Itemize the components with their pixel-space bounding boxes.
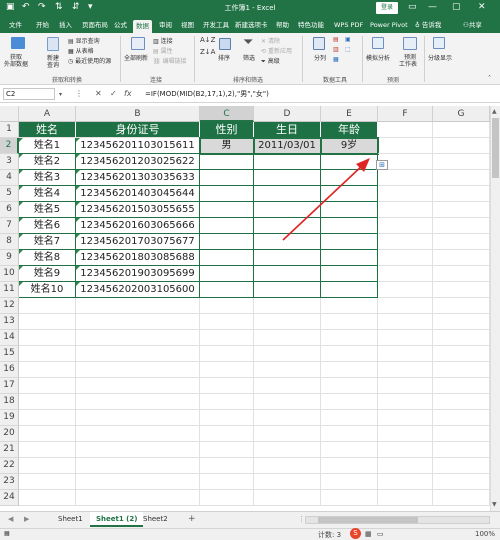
- ready-icon: ▦: [4, 530, 10, 537]
- annotation-arrow: [282, 158, 370, 241]
- sheet-tab-bar: ◀ ▶ Sheet1 Sheet1 (2) Sheet2 + ⋮: [0, 511, 500, 528]
- h-scroll-thumb[interactable]: [318, 517, 418, 523]
- sheet-tab-sheet2[interactable]: Sheet2: [137, 512, 174, 527]
- view-layout-icon[interactable]: ▭: [377, 530, 384, 538]
- view-normal-icon[interactable]: ▦: [365, 530, 372, 538]
- input-method-icon[interactable]: S: [350, 528, 361, 539]
- scroll-thumb[interactable]: [492, 118, 499, 178]
- scroll-down-icon[interactable]: ▼: [492, 501, 497, 508]
- next-sheet-icon[interactable]: ▶: [18, 512, 35, 527]
- prev-sheet-icon[interactable]: ◀: [2, 512, 19, 527]
- status-count: 计数: 3: [318, 531, 342, 539]
- sheet-tab-sheet1[interactable]: Sheet1: [52, 512, 89, 527]
- scroll-up-icon[interactable]: ▲: [492, 108, 497, 115]
- add-sheet-button[interactable]: +: [182, 512, 202, 527]
- status-bar: ▦ 计数: 3 S ▦ ▭ 100%: [0, 528, 500, 540]
- sheet-tab-sheet1-2[interactable]: Sheet1 (2): [90, 512, 144, 527]
- vertical-scrollbar[interactable]: ▲ ▼: [490, 106, 500, 511]
- horizontal-scrollbar[interactable]: [305, 516, 490, 524]
- zoom-level[interactable]: 100%: [475, 530, 495, 538]
